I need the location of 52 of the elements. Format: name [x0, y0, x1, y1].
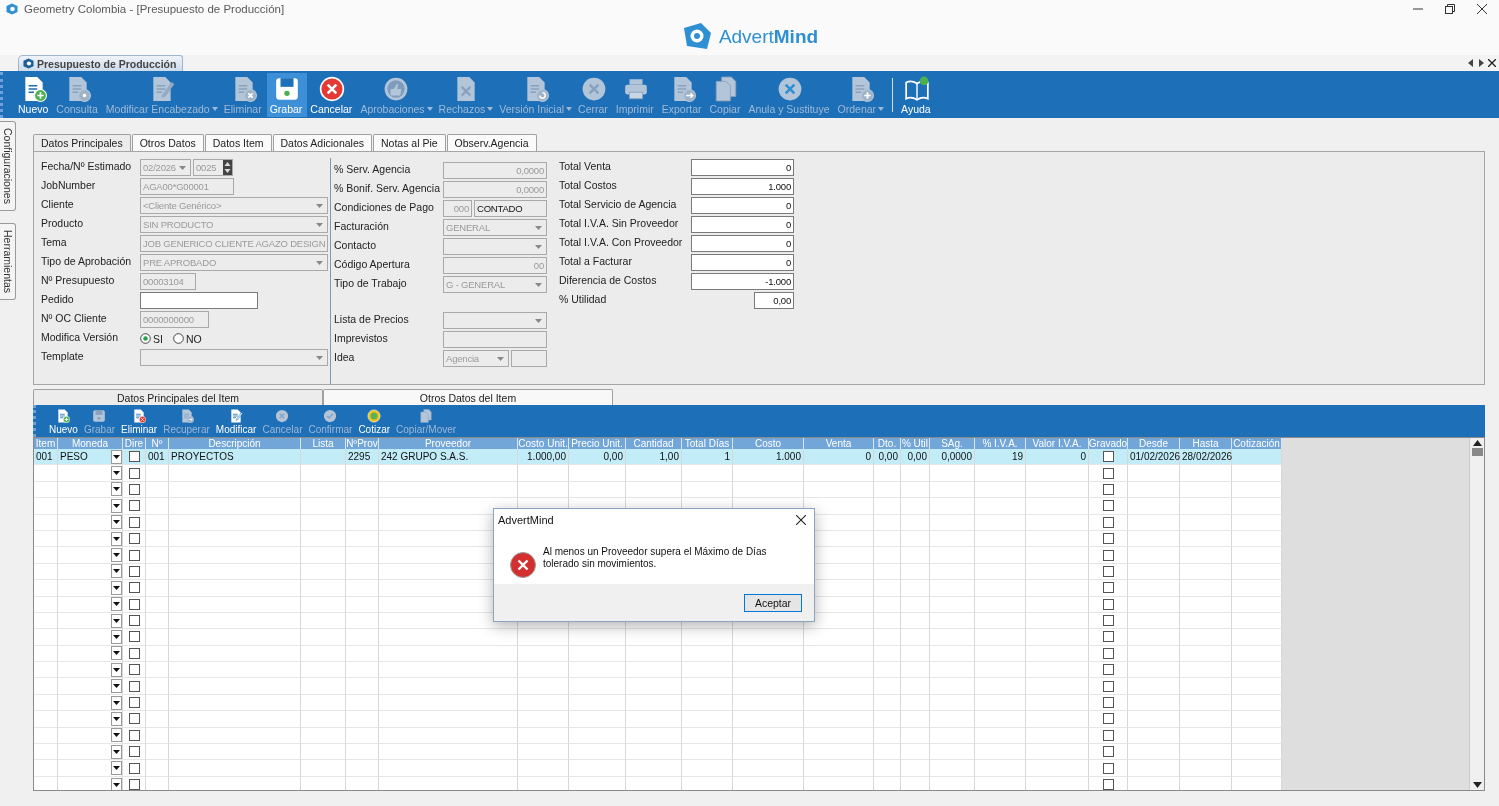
- field-label: Template: [41, 350, 85, 364]
- field-label: Total I.V.A. Sin Proveedor: [559, 217, 680, 231]
- table-cell: 0,00: [878, 451, 898, 463]
- window-title: Geometry Colombia - [Presupuesto de Producción]: [24, 3, 285, 15]
- field-label: Producto: [41, 217, 85, 231]
- field-label: Nº Presupuesto: [41, 274, 116, 288]
- dialog-message: Al menos un Proveedor supera el Máximo de Días tolerado sin movimientos.: [543, 546, 768, 570]
- table-cell: 0,0000: [941, 451, 972, 463]
- table-cell: 0,00: [907, 451, 927, 463]
- dialog-title: AdvertMind: [498, 514, 554, 526]
- table-cell: 01/02/2026: [1130, 451, 1181, 463]
- field-label: Tipo de Trabajo: [334, 277, 408, 291]
- table-cell: 0: [1080, 451, 1086, 463]
- table-cell: 0,00: [603, 451, 623, 463]
- table-cell: 19: [1011, 451, 1023, 463]
- field-label: Imprevistos: [334, 332, 389, 346]
- field-label: Cliente: [41, 198, 75, 212]
- field-label: Condiciones de Pago: [334, 201, 435, 215]
- table-cell: 1.000,00: [527, 451, 566, 463]
- field-label: Total a Facturar: [559, 255, 633, 269]
- table-cell: 2295: [348, 451, 371, 463]
- field-label: Lista de Precios: [334, 313, 410, 327]
- table-cell: 0: [865, 451, 871, 463]
- table-cell: 001: [148, 451, 165, 463]
- table-cell: 28/02/2026: [1182, 451, 1233, 463]
- field-label: JobNumber: [41, 179, 97, 193]
- table-cell: PESO: [60, 451, 88, 463]
- field-label: % Bonif. Serv. Agencia: [334, 182, 442, 196]
- field-label: Idea: [334, 351, 356, 365]
- table-cell: 1: [724, 451, 730, 463]
- table-cell: 242 GRUPO S.A.S.: [381, 451, 469, 463]
- field-label: Nº OC Cliente: [41, 312, 108, 326]
- field-label: Diferencia de Costos: [559, 274, 658, 288]
- table-cell: 1,00: [659, 451, 679, 463]
- field-label: Fecha/Nº Estimado: [41, 160, 133, 174]
- field-label: Tipo de Aprobación: [41, 255, 133, 269]
- field-label: Total Venta: [559, 160, 612, 174]
- field-label: Total Costos: [559, 179, 618, 193]
- field-label: Pedido: [41, 293, 75, 307]
- field-label: Total I.V.A. Con Proveedor: [559, 236, 684, 250]
- field-label: Tema: [41, 236, 68, 250]
- field-label: % Utilidad: [559, 293, 608, 307]
- field-label: Contacto: [334, 239, 378, 253]
- table-cell: PROYECTOS: [171, 451, 234, 463]
- field-label: Total Servicio de Agencia: [559, 198, 678, 212]
- table-cell: 1.000: [775, 451, 801, 463]
- table-cell: 001: [36, 451, 53, 463]
- field-label: Facturación: [334, 220, 390, 234]
- field-label: % Serv. Agencia: [334, 163, 412, 177]
- field-label: Modifica Versión: [41, 331, 120, 345]
- field-label: Código Apertura: [334, 258, 411, 272]
- logo-text: AdvertMind: [718, 25, 819, 48]
